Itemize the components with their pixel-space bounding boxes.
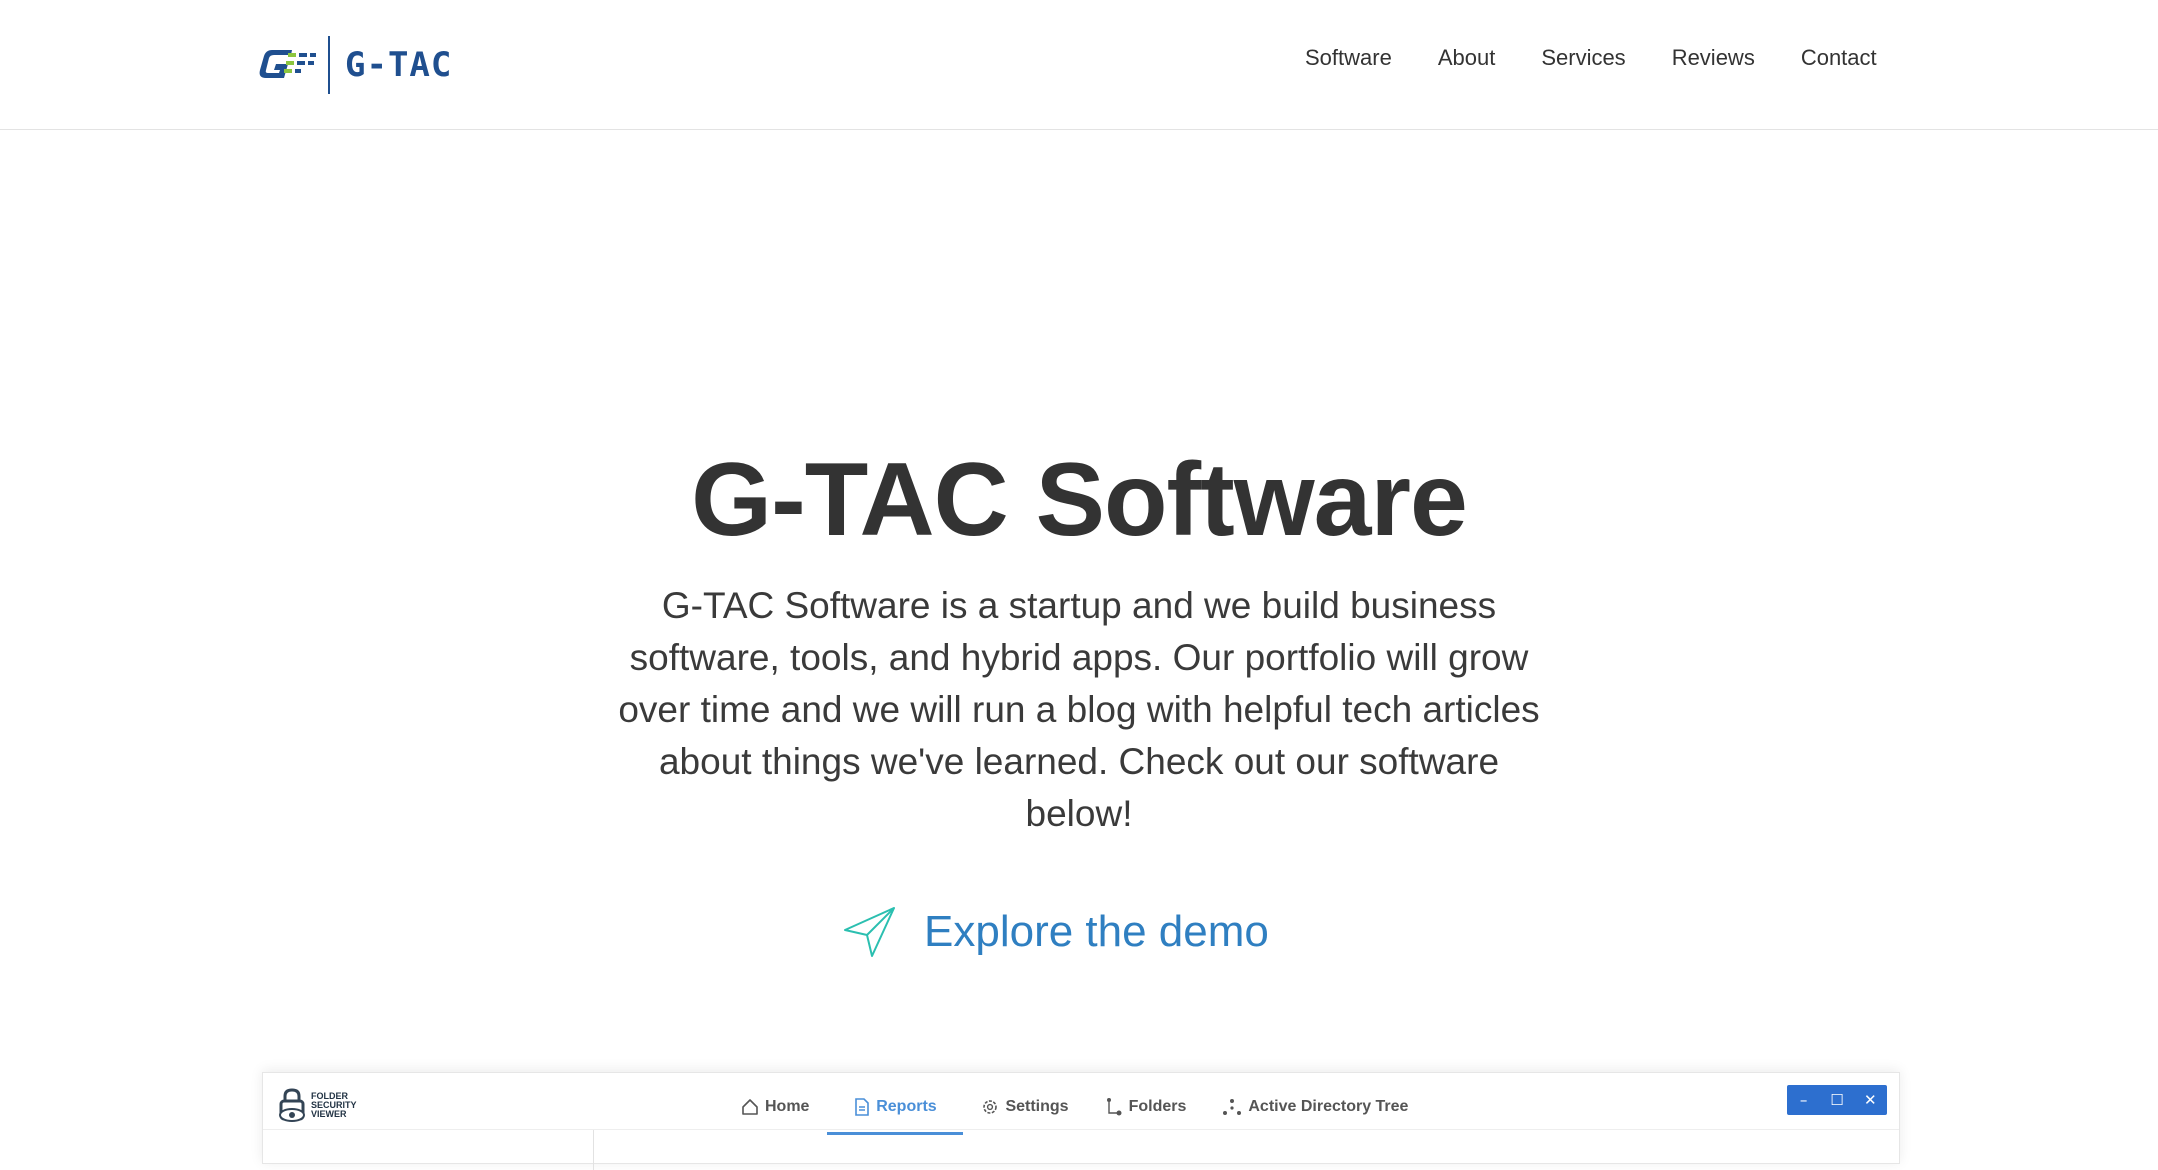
tab-reports[interactable]: Reports (827, 1087, 964, 1135)
tab-folders[interactable]: Folders (1087, 1087, 1205, 1127)
g-tac-logo-icon (259, 36, 330, 94)
app-sidebar-divider (593, 1130, 594, 1170)
tab-home-label: Home (765, 1098, 810, 1115)
main-nav: Software About Services Reviews Contact (1305, 38, 1877, 78)
nav-item-about[interactable]: About (1438, 38, 1496, 78)
explore-demo-link[interactable]: Explore the demo (842, 900, 1269, 964)
tab-folders-label: Folders (1128, 1098, 1187, 1115)
tab-settings-label: Settings (1005, 1098, 1069, 1115)
app-preview-window: FOLDER SECURITY VIEWER Home Reports Sett… (262, 1072, 1900, 1170)
brand-name: G-TAC (345, 45, 453, 85)
app-toolbar-divider (263, 1129, 1899, 1130)
network-icon (1223, 1099, 1242, 1115)
maximize-button[interactable]: ☐ (1822, 1091, 1852, 1109)
minimize-button[interactable]: – (1789, 1091, 1819, 1109)
window-controls: – ☐ ✕ (1787, 1085, 1887, 1115)
explore-demo-label: Explore the demo (924, 907, 1269, 956)
tab-reports-label: Reports (876, 1098, 937, 1115)
nav-item-reviews[interactable]: Reviews (1672, 38, 1755, 78)
nav-item-contact[interactable]: Contact (1801, 38, 1877, 78)
app-tabs: Home Reports Settings Folders Active Dir… (723, 1087, 1426, 1135)
tab-active-directory-tree-label: Active Directory Tree (1248, 1098, 1409, 1115)
close-button[interactable]: ✕ (1855, 1091, 1885, 1109)
app-name: FOLDER SECURITY VIEWER (311, 1090, 357, 1119)
site-header: G-TAC Software About Services Reviews Co… (0, 0, 2158, 130)
lock-eye-icon (279, 1088, 305, 1122)
folder-tree-icon (1106, 1098, 1122, 1116)
paper-plane-icon (844, 907, 895, 957)
gear-icon (983, 1100, 998, 1114)
document-icon (855, 1098, 870, 1116)
hero-title: G-TAC Software (691, 442, 1468, 558)
nav-item-software[interactable]: Software (1305, 38, 1392, 78)
tab-active-directory-tree[interactable]: Active Directory Tree (1204, 1087, 1426, 1127)
nav-item-services[interactable]: Services (1541, 38, 1625, 78)
app-logo: FOLDER SECURITY VIEWER (277, 1085, 381, 1125)
tab-home[interactable]: Home (723, 1087, 827, 1127)
hero-description: G-TAC Software is a startup and we build… (618, 585, 1540, 834)
home-icon (742, 1099, 758, 1115)
tab-settings[interactable]: Settings (963, 1087, 1086, 1127)
